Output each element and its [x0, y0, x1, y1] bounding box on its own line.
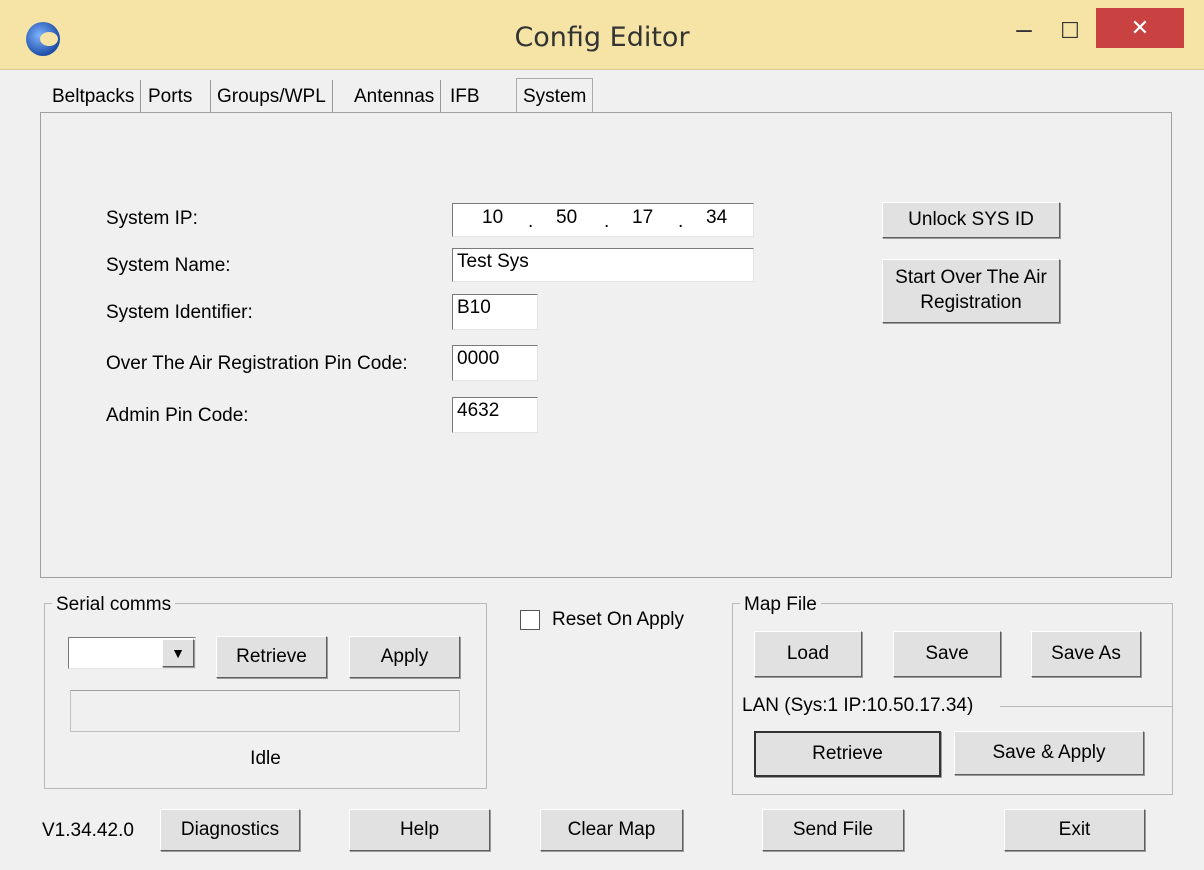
version-label: V1.34.42.0 [42, 820, 134, 841]
chevron-down-icon[interactable]: ▼ [162, 639, 194, 667]
serial-retrieve-button[interactable]: Retrieve [216, 636, 327, 678]
system-name-field[interactable]: Test Sys [452, 248, 754, 282]
admin-pin-field[interactable]: 4632 [452, 397, 538, 433]
serial-apply-button[interactable]: Apply [349, 636, 460, 678]
ota-button-line2: Registration [920, 292, 1022, 313]
ip-octet-1[interactable]: 10 [482, 207, 503, 229]
maximize-icon[interactable]: ☐ [1050, 15, 1090, 47]
ota-button-line1: Start Over The Air [895, 267, 1047, 289]
minimize-icon[interactable]: – [1004, 15, 1044, 47]
reset-on-apply-checkbox[interactable] [520, 610, 540, 630]
ip-dot: . [604, 211, 610, 232]
system-ip-label: System IP: [106, 208, 198, 229]
map-save-button[interactable]: Save [893, 631, 1001, 677]
tab-beltpacks[interactable]: Beltpacks [46, 80, 142, 114]
serial-progress-bar [70, 690, 460, 732]
ip-octet-3[interactable]: 17 [632, 207, 653, 229]
lan-save-apply-button[interactable]: Save & Apply [954, 731, 1144, 775]
map-file-title: Map File [740, 594, 821, 616]
ip-octet-2[interactable]: 50 [556, 207, 577, 229]
lan-label: LAN (Sys:1 IP:10.50.17.34) [738, 695, 978, 717]
system-panel [40, 112, 1172, 578]
lan-divider [1000, 706, 1172, 707]
serial-comms-title: Serial comms [52, 594, 176, 616]
tab-groups-wpl[interactable]: Groups/WPL [210, 80, 333, 114]
clear-map-button[interactable]: Clear Map [540, 809, 683, 851]
ota-pin-field[interactable]: 0000 [452, 345, 538, 381]
start-ota-registration-button[interactable]: Start Over The Air Registration [882, 259, 1060, 323]
system-identifier-field[interactable]: B10 [452, 294, 538, 330]
ip-dot: . [678, 211, 684, 232]
map-save-as-button[interactable]: Save As [1031, 631, 1141, 677]
close-icon[interactable]: ✕ [1096, 8, 1184, 48]
diagnostics-button[interactable]: Diagnostics [160, 809, 300, 851]
send-file-button[interactable]: Send File [762, 809, 904, 851]
ota-pin-label: Over The Air Registration Pin Code: [106, 353, 408, 374]
help-button[interactable]: Help [349, 809, 490, 851]
system-identifier-label: System Identifier: [106, 302, 253, 323]
map-load-button[interactable]: Load [754, 631, 862, 677]
serial-status: Idle [250, 748, 281, 769]
reset-on-apply-label: Reset On Apply [552, 609, 685, 630]
admin-pin-label: Admin Pin Code: [106, 405, 249, 426]
unlock-sys-id-button[interactable]: Unlock SYS ID [882, 202, 1060, 238]
tab-ifb[interactable]: IFB [444, 80, 486, 114]
tab-system[interactable]: System [516, 78, 594, 116]
ip-octet-4[interactable]: 34 [706, 207, 727, 229]
ip-dot: . [528, 211, 534, 232]
system-name-label: System Name: [106, 255, 231, 276]
lan-retrieve-button[interactable]: Retrieve [754, 731, 941, 777]
exit-button[interactable]: Exit [1004, 809, 1145, 851]
tab-antennas[interactable]: Antennas [348, 80, 442, 114]
tab-ports[interactable]: Ports [142, 80, 198, 114]
